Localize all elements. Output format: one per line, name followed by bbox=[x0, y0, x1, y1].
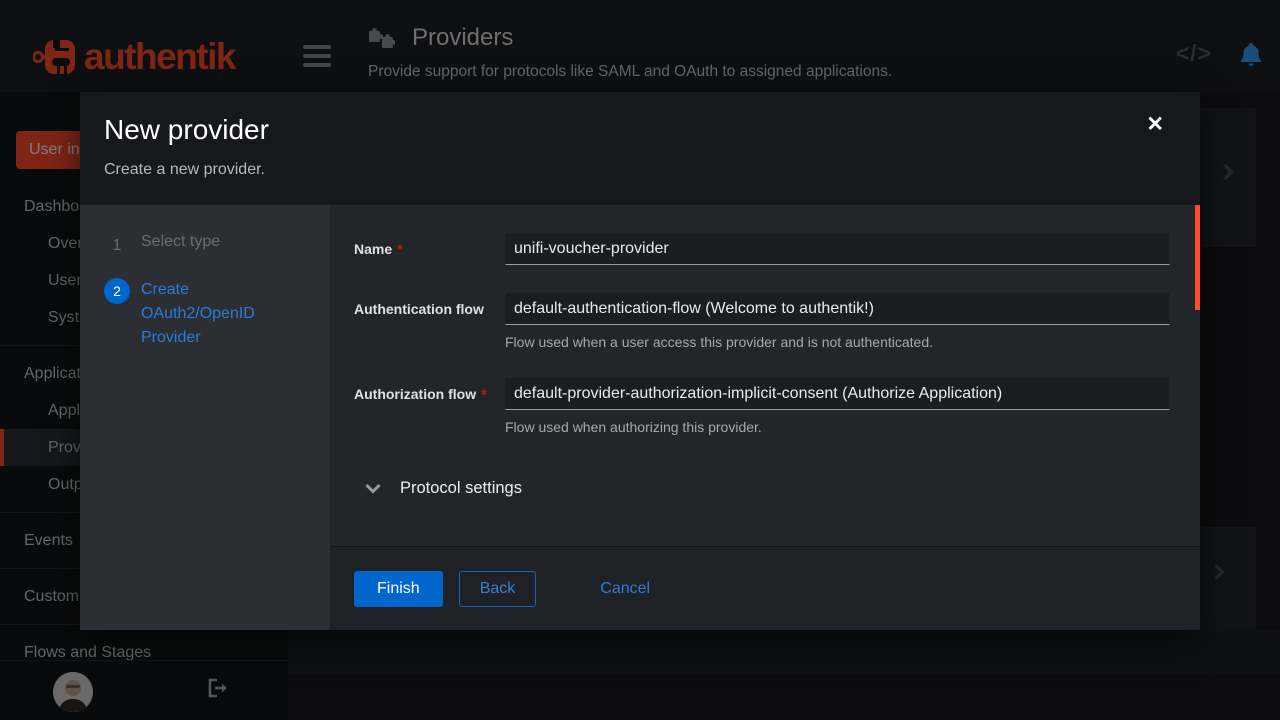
provider-form: Name* Authentication flow Flow used when… bbox=[330, 205, 1200, 546]
wizard-step-create-provider[interactable]: 2 Create OAuth2/OpenID Provider bbox=[104, 278, 314, 350]
step-label: Select type bbox=[141, 233, 220, 259]
cancel-button[interactable]: Cancel bbox=[600, 571, 650, 607]
back-button[interactable]: Back bbox=[459, 571, 537, 607]
authentication-flow-help: Flow used when a user access this provid… bbox=[505, 334, 1170, 350]
step-number: 2 bbox=[104, 278, 130, 304]
form-row-authorization-flow: Authorization flow* Flow used when autho… bbox=[354, 377, 1170, 435]
modal-description: Create a new provider. bbox=[104, 161, 1176, 179]
required-marker: * bbox=[397, 241, 402, 257]
authorization-flow-help: Flow used when authorizing this provider… bbox=[505, 419, 1170, 435]
close-icon[interactable]: ✕ bbox=[1146, 114, 1164, 135]
new-provider-modal: New provider Create a new provider. ✕ 1 … bbox=[80, 92, 1200, 630]
wizard-steps-nav: 1 Select type 2 Create OAuth2/OpenID Pro… bbox=[80, 205, 330, 630]
authorization-flow-input[interactable] bbox=[505, 377, 1170, 410]
finish-button[interactable]: Finish bbox=[354, 571, 443, 607]
authentication-flow-input[interactable] bbox=[505, 292, 1170, 325]
authentication-flow-label: Authentication flow bbox=[354, 292, 505, 350]
modal-title: New provider bbox=[104, 114, 1176, 146]
name-label: Name* bbox=[354, 232, 505, 265]
form-row-authentication-flow: Authentication flow Flow used when a use… bbox=[354, 292, 1170, 350]
protocol-settings-label: Protocol settings bbox=[400, 479, 522, 498]
wizard-footer: Finish Back Cancel bbox=[330, 546, 1200, 630]
modal-header: New provider Create a new provider. ✕ bbox=[80, 92, 1200, 205]
wizard-step-select-type[interactable]: 1 Select type bbox=[104, 233, 314, 259]
required-marker: * bbox=[481, 386, 486, 402]
chevron-down-icon bbox=[365, 483, 381, 494]
authorization-flow-label: Authorization flow* bbox=[354, 377, 505, 435]
authentik-admin-screen: authentik Providers Provide support for … bbox=[0, 0, 1280, 720]
name-input[interactable] bbox=[505, 232, 1170, 265]
step-label: Create OAuth2/OpenID Provider bbox=[141, 278, 296, 350]
form-row-name: Name* bbox=[354, 232, 1170, 265]
protocol-settings-expander[interactable]: Protocol settings bbox=[365, 479, 1170, 498]
scrollbar-thumb[interactable] bbox=[1195, 205, 1200, 310]
step-number: 1 bbox=[104, 233, 130, 259]
